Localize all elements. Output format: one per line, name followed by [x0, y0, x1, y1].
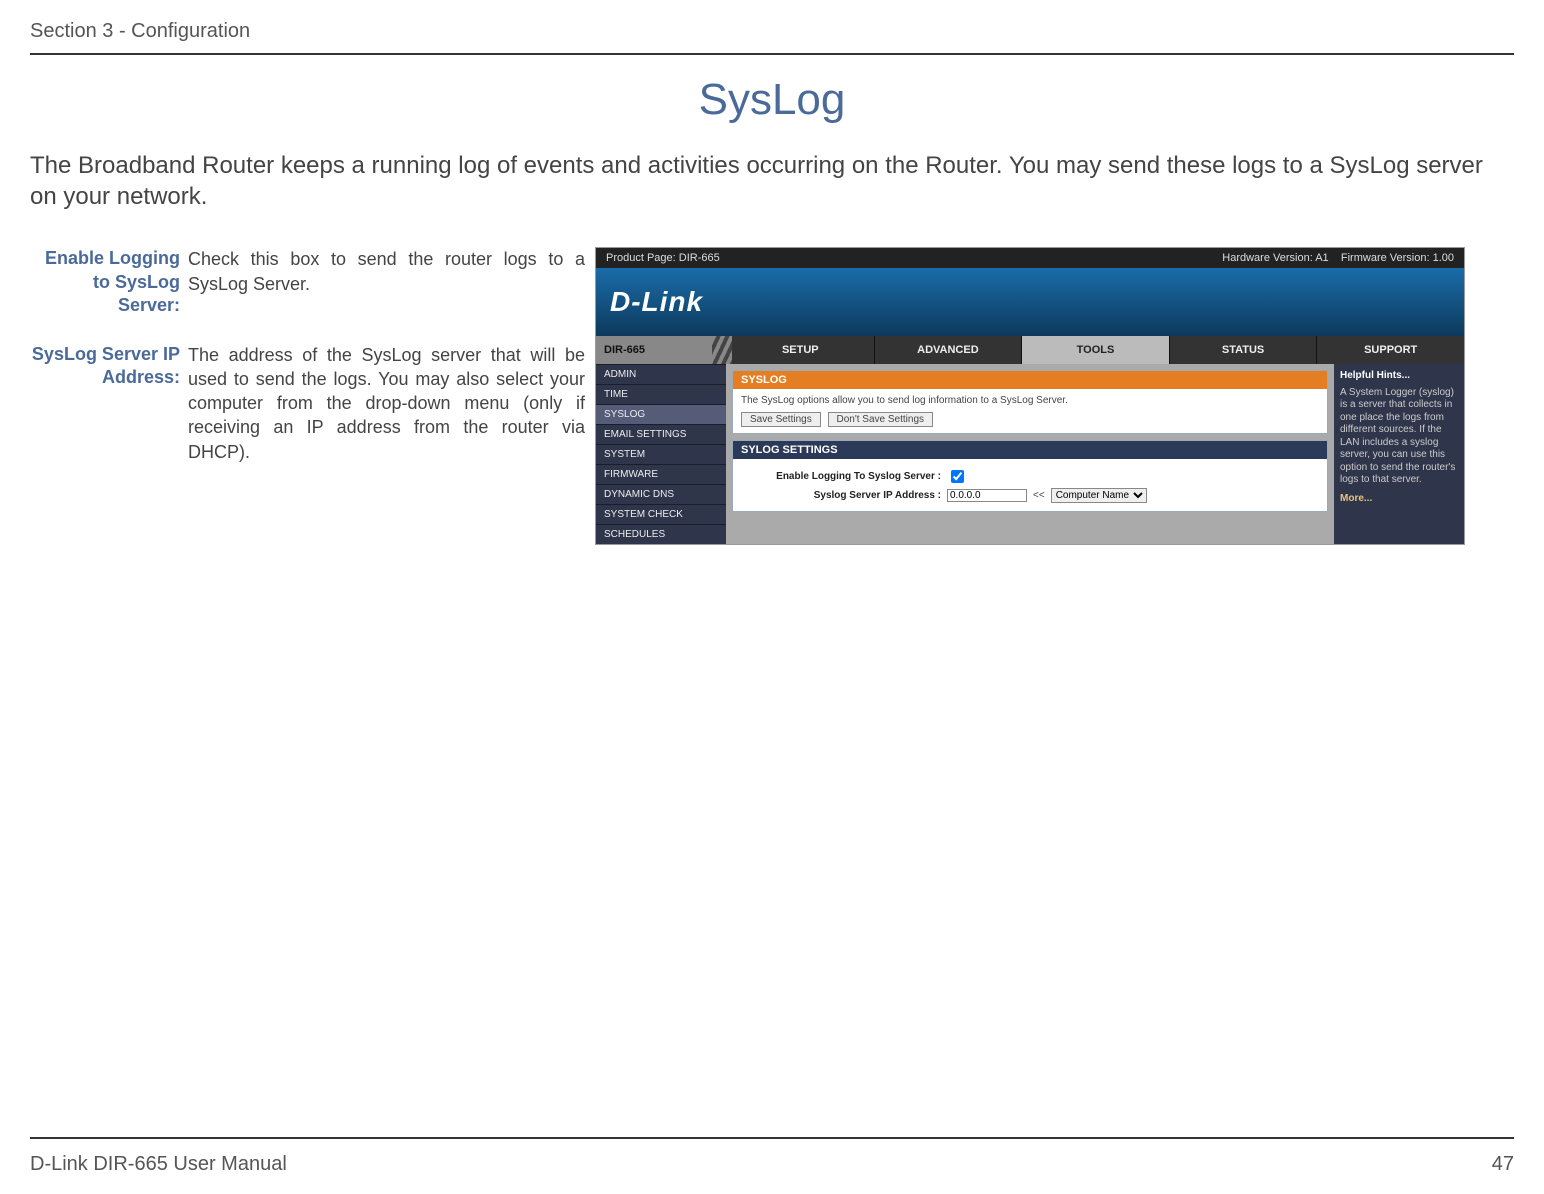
panel-title-syslog: SYSLOG	[733, 371, 1327, 389]
save-settings-button[interactable]: Save Settings	[741, 412, 821, 427]
router-screenshot: Product Page: DIR-665 Hardware Version: …	[595, 247, 1465, 545]
sidebar-item-schedules[interactable]: SCHEDULES	[596, 524, 726, 544]
field-desc-enable-logging: Check this box to send the router logs t…	[188, 247, 585, 317]
definition-list: Enable Logging to SysLog Server: Check t…	[30, 247, 585, 464]
sidebar-item-time[interactable]: TIME	[596, 384, 726, 404]
sidebar-item-syscheck[interactable]: SYSTEM CHECK	[596, 504, 726, 524]
sidebar-item-firmware[interactable]: FIRMWARE	[596, 464, 726, 484]
dont-save-settings-button[interactable]: Don't Save Settings	[828, 412, 934, 427]
hints-more-link[interactable]: More...	[1340, 493, 1458, 506]
sidebar-item-ddns[interactable]: DYNAMIC DNS	[596, 484, 726, 504]
dlink-logo: D-Link	[596, 268, 1464, 336]
syslog-ip-input[interactable]	[947, 489, 1027, 502]
page-title: SysLog	[30, 75, 1514, 125]
sidebar: ADMIN TIME SYSLOG EMAIL SETTINGS SYSTEM …	[596, 364, 726, 544]
sidebar-item-syslog[interactable]: SYSLOG	[596, 404, 726, 424]
tab-status[interactable]: STATUS	[1169, 336, 1317, 364]
tab-support[interactable]: SUPPORT	[1316, 336, 1464, 364]
section-header: Section 3 - Configuration	[30, 20, 1514, 55]
tab-setup[interactable]: SETUP	[726, 336, 874, 364]
model-label: DIR-665	[596, 336, 726, 364]
panel-desc: The SysLog options allow you to send log…	[741, 395, 1319, 406]
product-page-label: Product Page: DIR-665	[606, 252, 720, 264]
field-label-syslog-ip: SysLog Server IP Address:	[30, 343, 180, 464]
footer-manual-title: D-Link DIR-665 User Manual	[30, 1153, 287, 1176]
computer-name-select[interactable]: Computer Name	[1051, 488, 1147, 503]
hints-heading: Helpful Hints...	[1340, 370, 1458, 383]
hw-version-label: Hardware Version: A1	[1222, 252, 1328, 264]
tab-tools[interactable]: TOOLS	[1021, 336, 1169, 364]
arrow-icon: <<	[1033, 490, 1045, 501]
panel-title-settings: SYLOG SETTINGS	[733, 441, 1327, 459]
sidebar-item-system[interactable]: SYSTEM	[596, 444, 726, 464]
helpful-hints: Helpful Hints... A System Logger (syslog…	[1334, 364, 1464, 544]
sidebar-item-email[interactable]: EMAIL SETTINGS	[596, 424, 726, 444]
enable-logging-label: Enable Logging To Syslog Server :	[741, 471, 941, 482]
hints-body: A System Logger (syslog) is a server tha…	[1340, 387, 1458, 487]
syslog-ip-label: Syslog Server IP Address :	[741, 490, 941, 501]
fw-version-label: Firmware Version: 1.00	[1341, 252, 1454, 264]
field-desc-syslog-ip: The address of the SysLog server that wi…	[188, 343, 585, 464]
tab-advanced[interactable]: ADVANCED	[874, 336, 1022, 364]
nav-tabs: SETUP ADVANCED TOOLS STATUS SUPPORT	[726, 336, 1464, 364]
enable-logging-checkbox[interactable]	[951, 470, 964, 483]
sidebar-item-admin[interactable]: ADMIN	[596, 364, 726, 384]
footer-page-number: 47	[1492, 1153, 1514, 1176]
intro-paragraph: The Broadband Router keeps a running log…	[30, 150, 1514, 212]
field-label-enable-logging: Enable Logging to SysLog Server:	[30, 247, 180, 317]
